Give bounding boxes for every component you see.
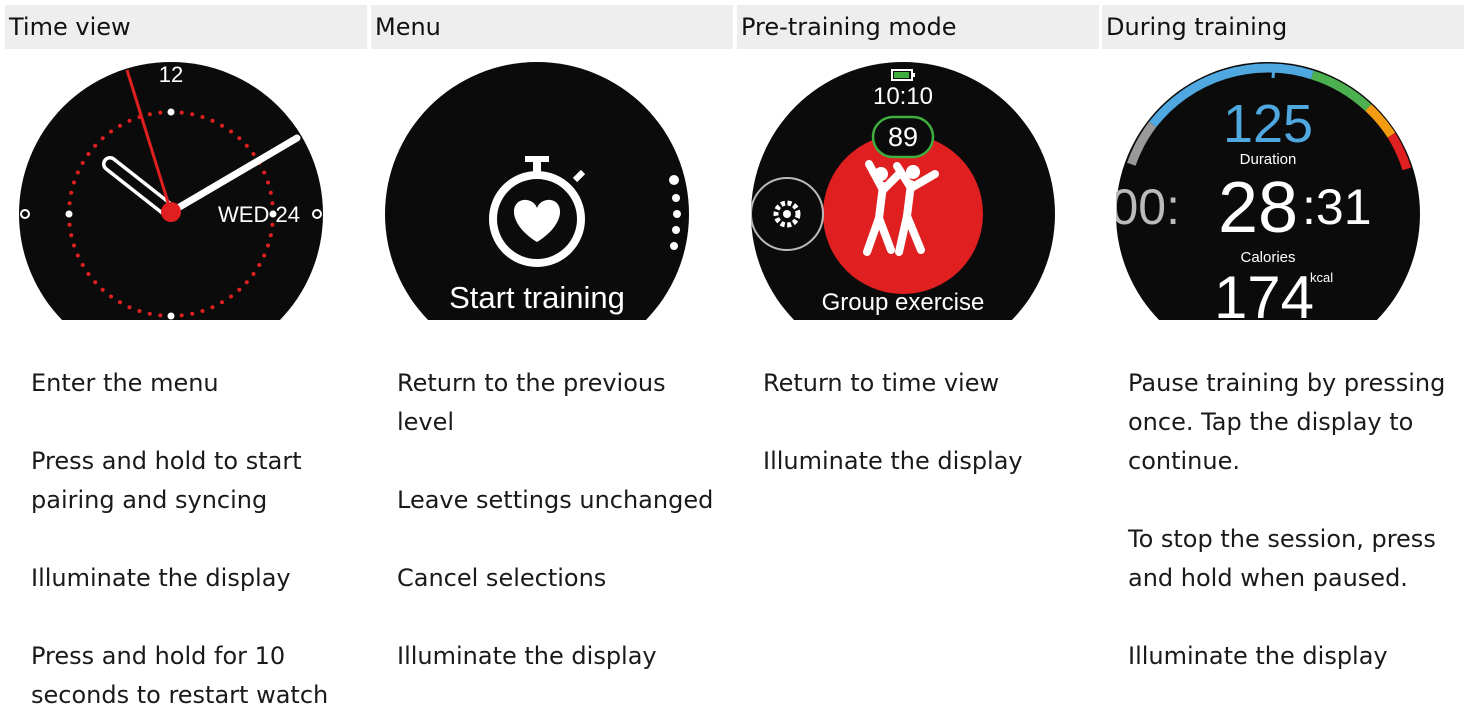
minute-dot [257, 263, 262, 267]
minute-dot [200, 115, 205, 119]
description-item: Return to the previous level [397, 369, 666, 436]
calories-value: 174 [1214, 264, 1314, 320]
minute-dot [220, 123, 224, 128]
duration-label: Duration [1240, 151, 1297, 168]
minute-dot [69, 233, 74, 238]
minute-dot [67, 201, 72, 206]
column-pre-training-mode: Pre-training mode 10:10 89 Group exercis… [737, 0, 1099, 713]
minute-dot [80, 263, 85, 267]
description-item: Press and hold for 10 seconds to restart… [31, 642, 329, 709]
description-item: Illuminate the display [763, 447, 1023, 475]
duration-seconds: :31 [1302, 179, 1372, 235]
minute-dot [93, 143, 98, 148]
minute-dot [251, 152, 256, 156]
column-menu: Menu Start training Return to the previo… [371, 0, 733, 713]
minute-dot [179, 110, 184, 115]
minute-dot [109, 129, 113, 134]
start-training-label: Start training [449, 280, 625, 315]
column-header: During training [1102, 5, 1464, 49]
minute-dot [75, 253, 80, 258]
minute-dot [262, 253, 267, 258]
column-header: Time view [5, 5, 367, 49]
minute-dot [190, 311, 195, 316]
duration-minutes: 28 [1218, 168, 1298, 248]
minute-dot [80, 161, 85, 165]
minute-dot [229, 294, 233, 299]
watch-menu-image: Start training [385, 62, 689, 320]
minute-dot [72, 180, 76, 185]
heart-rate-value: 125 [1223, 94, 1313, 154]
watch-during-training-image: 125 Duration 00: 28 :31 Calories 174 kca… [1116, 62, 1420, 320]
minute-dot [158, 313, 163, 318]
date-label: WED 24 [218, 202, 300, 227]
minute-dot [229, 129, 233, 134]
duration-hours: 00: [1116, 179, 1180, 235]
description-item: Leave settings unchanged [397, 486, 714, 514]
minute-dot [210, 305, 215, 310]
settings-gear-icon [751, 177, 824, 251]
minute-dot [109, 294, 113, 299]
minute-dot [127, 305, 132, 310]
buttons-function-table: Time view 12 WED 24 Enter the menu Press… [0, 0, 1475, 713]
heart-rate-value: 89 [888, 122, 918, 152]
minute-dot [137, 309, 142, 313]
minute-dot [262, 170, 267, 175]
minute-dot [210, 118, 215, 123]
description-item: Illuminate the display [31, 564, 291, 592]
description-item: Enter the menu [31, 369, 219, 397]
minute-dot [72, 243, 76, 248]
hour-twelve-label: 12 [159, 62, 183, 87]
minute-dot [266, 243, 270, 248]
sport-label: Group exercise [822, 289, 985, 316]
minute-dot [118, 123, 122, 128]
descriptions: Return to the previous level Leave setti… [397, 364, 717, 676]
minute-dot [200, 309, 205, 313]
watch-pre-training-image: 10:10 89 Group exercise [751, 62, 1055, 320]
minute-dot [147, 311, 152, 316]
descriptions: Enter the menu Press and hold to start p… [31, 364, 351, 713]
minute-dot [220, 300, 224, 305]
description-item: Illuminate the display [1128, 642, 1388, 670]
column-time-view: Time view 12 WED 24 Enter the menu Press… [5, 0, 367, 713]
column-during-training: During training 125 Duration 00: 28 :31 … [1102, 0, 1464, 713]
description-item: Press and hold to start pairing and sync… [31, 447, 302, 514]
minute-dot [237, 136, 242, 141]
calories-unit: kcal [1310, 270, 1333, 285]
minute-dot [237, 287, 242, 292]
description-item: Return to time view [763, 369, 1000, 397]
description-item: To stop the session, press and hold when… [1128, 525, 1436, 592]
minute-dot [190, 112, 195, 117]
description-item: Cancel selections [397, 564, 607, 592]
minute-dot [118, 300, 122, 305]
minute-dot [244, 143, 249, 148]
description-item: Illuminate the display [397, 642, 657, 670]
minute-dot [158, 110, 163, 115]
minute-dot [86, 152, 91, 156]
minute-dot [268, 233, 273, 238]
minute-dot [100, 136, 105, 141]
clock-time: 10:10 [873, 83, 933, 110]
minute-dot [93, 280, 98, 285]
minute-dot [179, 313, 184, 318]
minute-dot [100, 287, 105, 292]
minute-dot [268, 190, 273, 195]
description-item: Pause training by pressing once. Tap the… [1128, 369, 1446, 475]
minute-dot [244, 280, 249, 285]
descriptions: Return to time view Illuminate the displ… [763, 364, 1083, 481]
minute-dot [75, 170, 80, 175]
minute-dot [251, 272, 256, 276]
minute-dot [266, 180, 270, 185]
minute-dot [67, 222, 72, 227]
descriptions: Pause training by pressing once. Tap the… [1128, 364, 1448, 676]
column-header: Pre-training mode [737, 5, 1099, 49]
minute-dot [127, 118, 132, 123]
minute-dot [69, 190, 74, 195]
minute-dot [147, 112, 152, 117]
watch-time-view-image: 12 WED 24 [19, 62, 323, 320]
minute-dot [86, 272, 91, 276]
column-header: Menu [371, 5, 733, 49]
